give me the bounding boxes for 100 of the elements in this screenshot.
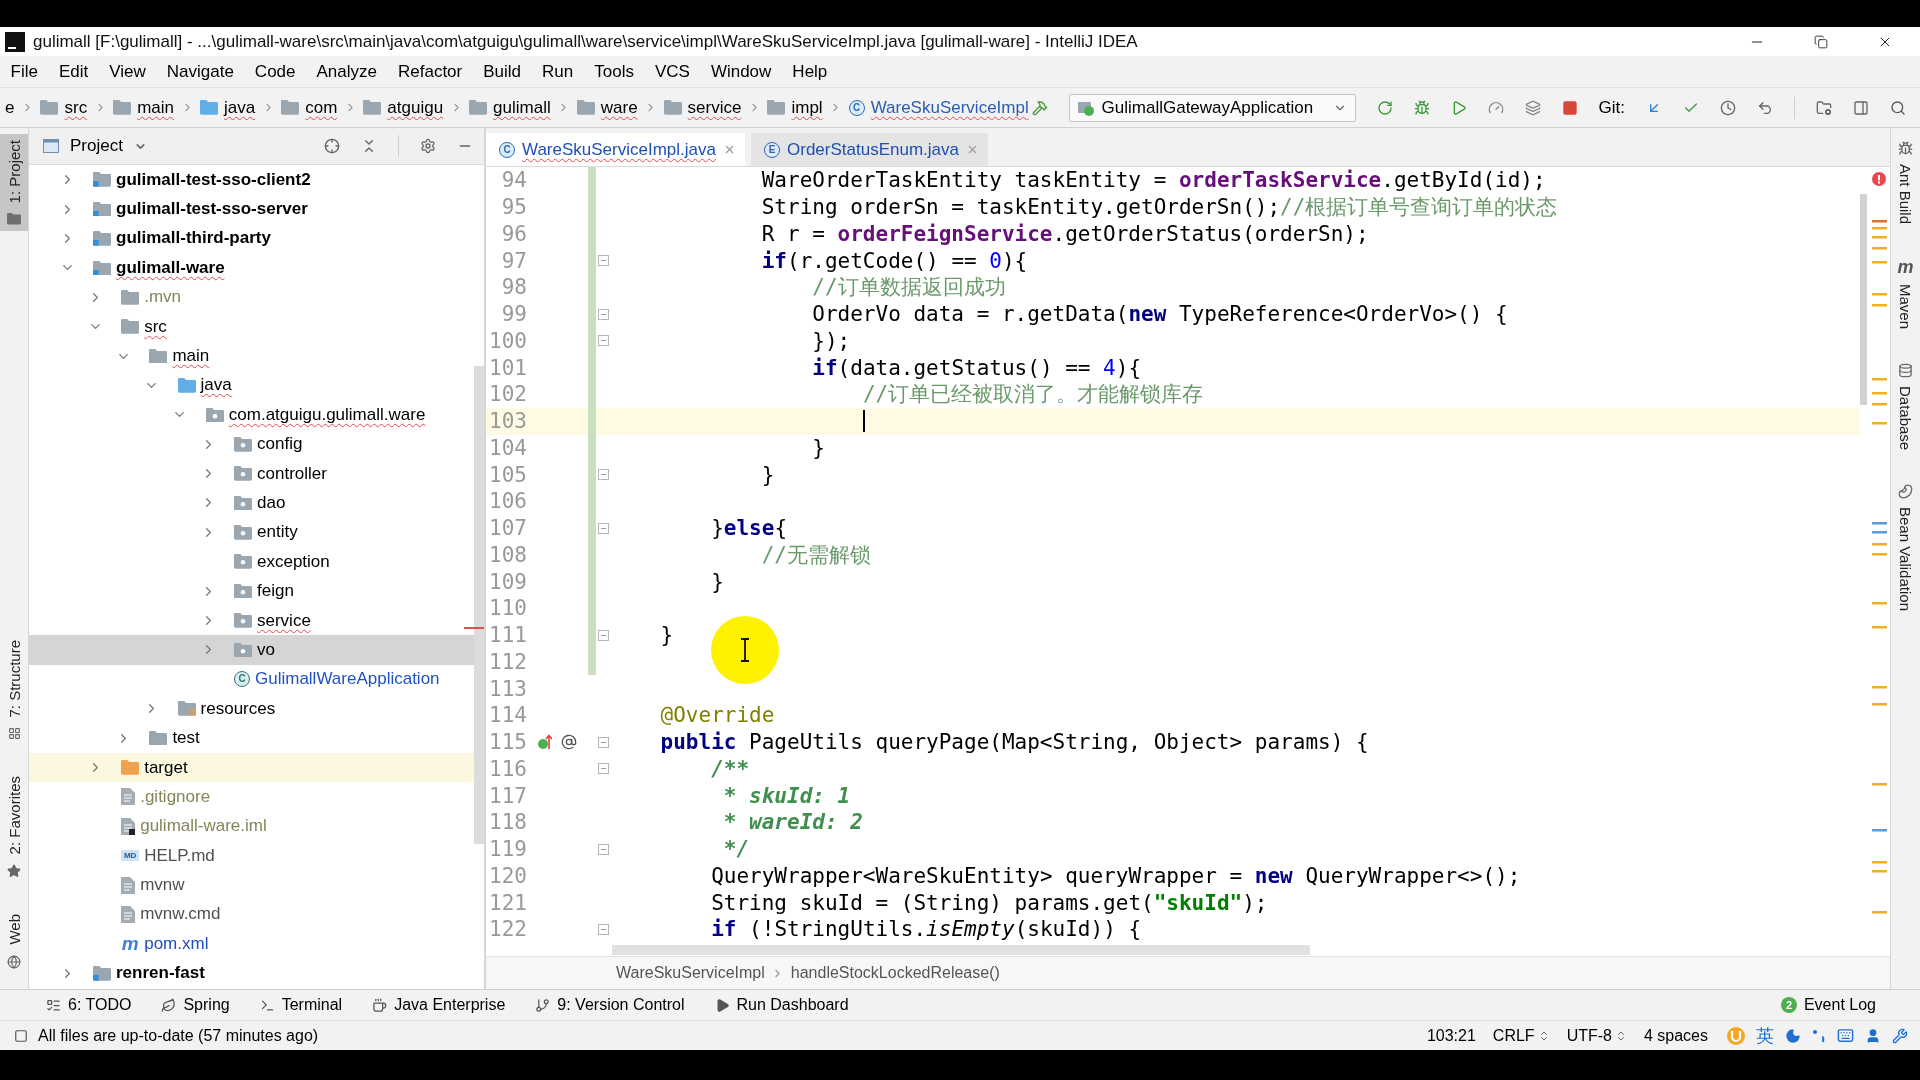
tree-item[interactable]: resources <box>177 698 276 719</box>
tree-item[interactable]: gulimall-ware <box>93 257 225 278</box>
tool-window-tab[interactable]: Terminal <box>259 996 343 1014</box>
breadcrumb[interactable]: WareSkuServiceImpl <box>616 964 765 982</box>
editor-tab[interactable]: E OrderStatusEnum.java <box>751 133 988 166</box>
breadcrumb[interactable]: e <box>5 97 15 118</box>
menu-item[interactable]: Code <box>244 59 306 84</box>
tool-window-tab[interactable]: 2: Favorites <box>0 770 28 885</box>
breadcrumb[interactable]: atguigu <box>363 97 444 118</box>
layers-icon[interactable] <box>1524 99 1541 116</box>
split-panel-icon[interactable] <box>1853 99 1869 116</box>
settings-icon[interactable] <box>420 138 436 154</box>
fold-marker-icon[interactable] <box>598 335 609 347</box>
hammer-icon[interactable] <box>1031 99 1048 116</box>
circular-arrow-icon[interactable] <box>1376 99 1393 116</box>
breadcrumb[interactable]: C WareSkuServiceImpl <box>848 97 1029 118</box>
tool-window-tab[interactable]: 6: TODO <box>46 996 132 1014</box>
search-icon[interactable] <box>1890 99 1906 116</box>
tree-item[interactable]: dao <box>234 493 286 513</box>
menu-item[interactable]: Refactor <box>387 59 473 84</box>
tree-item[interactable]: feign <box>234 581 294 602</box>
fold-marker-icon[interactable] <box>598 469 609 481</box>
menu-item[interactable]: VCS <box>644 59 701 84</box>
breadcrumb[interactable]: impl <box>767 97 823 118</box>
breadcrumb[interactable]: handleStockLockedRelease() <box>790 964 1000 982</box>
keyboard-icon[interactable] <box>1837 1027 1854 1044</box>
punctuation-icon[interactable] <box>1812 1028 1826 1043</box>
tree-item[interactable]: gulimall-test-sso-server <box>93 199 308 220</box>
breadcrumb[interactable]: ware <box>576 97 638 118</box>
menu-item[interactable]: File <box>0 59 49 84</box>
tree-item[interactable]: controller <box>234 463 327 484</box>
fold-marker-icon[interactable] <box>598 923 609 935</box>
fold-marker-icon[interactable] <box>598 308 609 320</box>
tree-item[interactable]: mvnw <box>121 875 185 896</box>
bug-icon[interactable] <box>1413 99 1430 116</box>
tree-item[interactable]: m pom.xml <box>121 933 209 954</box>
restore-icon[interactable] <box>1814 34 1828 49</box>
change-marker[interactable] <box>588 648 596 676</box>
indent-setting[interactable]: 4 spaces <box>1643 1026 1708 1045</box>
breadcrumb[interactable]: com <box>281 97 338 118</box>
tree-item[interactable]: entity <box>234 522 298 543</box>
scrollbar-thumb[interactable] <box>1860 194 1867 405</box>
folder-gear-icon[interactable] <box>1816 99 1832 116</box>
menu-item[interactable]: Tools <box>583 59 645 84</box>
tree-item[interactable]: .gitignore <box>121 786 211 807</box>
clock-icon[interactable] <box>1720 99 1736 116</box>
tool-window-tab[interactable]: Ant Build <box>1897 137 1914 229</box>
tree-item[interactable]: test <box>149 728 200 749</box>
tool-window-tab[interactable]: 7: Structure <box>0 633 28 747</box>
tool-window-tab[interactable]: 2 Event Log <box>1780 996 1876 1014</box>
circle-arrow-icon[interactable] <box>538 734 552 751</box>
fold-marker-icon[interactable] <box>598 522 609 534</box>
menu-item[interactable]: Help <box>781 59 838 84</box>
tree-item[interactable]: target <box>121 757 188 778</box>
breadcrumb[interactable]: service <box>663 97 742 118</box>
line-separator-dropdown[interactable]: CRLF <box>1492 1026 1550 1045</box>
editor-tab[interactable]: C WareSkuServiceImpl.java <box>486 133 745 166</box>
fold-marker-icon[interactable] <box>598 255 609 267</box>
input-method-icon[interactable] <box>1727 1026 1745 1045</box>
gauge-icon[interactable] <box>1487 99 1504 116</box>
wrench-icon[interactable] <box>1892 1027 1908 1044</box>
caret-position[interactable]: 103:21 <box>1426 1026 1476 1045</box>
input-mode-indicator[interactable]: 英 <box>1756 1026 1774 1045</box>
change-marker[interactable] <box>588 167 596 194</box>
tree-item[interactable]: gulimall-ware.iml <box>121 816 267 837</box>
square-icon[interactable] <box>14 1028 28 1043</box>
tool-window-tab[interactable]: Web <box>0 908 28 975</box>
project-view-dropdown[interactable]: Project <box>43 136 147 156</box>
tree-item[interactable]: vo <box>234 639 275 660</box>
menu-item[interactable]: Edit <box>48 59 99 84</box>
tree-item[interactable]: config <box>234 434 303 455</box>
tree-item[interactable]: gulimall-test-sso-client2 <box>93 169 311 190</box>
tree-item[interactable]: com.atguigu.gulimall.ware <box>205 404 426 425</box>
scrollbar-thumb[interactable] <box>474 366 484 844</box>
tree-item[interactable]: C GulimallWareApplication <box>234 669 440 690</box>
breadcrumb[interactable]: src <box>40 97 88 118</box>
tool-window-tab[interactable]: Spring <box>161 996 230 1014</box>
tool-window-tab[interactable]: 9: Version Control <box>535 996 685 1014</box>
undo-icon[interactable] <box>1757 99 1773 116</box>
user-icon[interactable] <box>1865 1027 1881 1044</box>
tree-item[interactable]: gulimall-third-party <box>93 228 271 249</box>
fold-marker-icon[interactable] <box>598 736 609 748</box>
tree-item[interactable]: service <box>234 610 311 631</box>
tree-item[interactable]: main <box>149 346 210 367</box>
tree-item[interactable]: src <box>121 316 167 337</box>
fold-marker-icon[interactable] <box>598 629 609 641</box>
tool-window-tab[interactable]: m Maven <box>1897 254 1914 334</box>
menu-item[interactable]: Navigate <box>156 59 245 84</box>
menu-item[interactable]: View <box>98 59 157 84</box>
tree-item[interactable]: java <box>177 375 232 396</box>
scrollbar-thumb[interactable] <box>612 944 1310 955</box>
fold-marker-icon[interactable] <box>598 843 609 855</box>
moon-icon[interactable] <box>1785 1027 1801 1044</box>
tool-window-tab[interactable]: 1: Project <box>0 134 28 231</box>
tool-window-tab[interactable]: Bean Validation <box>1897 480 1914 616</box>
encoding-dropdown[interactable]: UTF-8 <box>1566 1026 1627 1045</box>
menu-item[interactable]: Run <box>531 59 584 84</box>
tree-item[interactable]: mvnw.cmd <box>121 904 221 925</box>
tool-window-tab[interactable]: Java Enterprise <box>372 996 506 1014</box>
tree-item[interactable]: exception <box>234 551 330 572</box>
